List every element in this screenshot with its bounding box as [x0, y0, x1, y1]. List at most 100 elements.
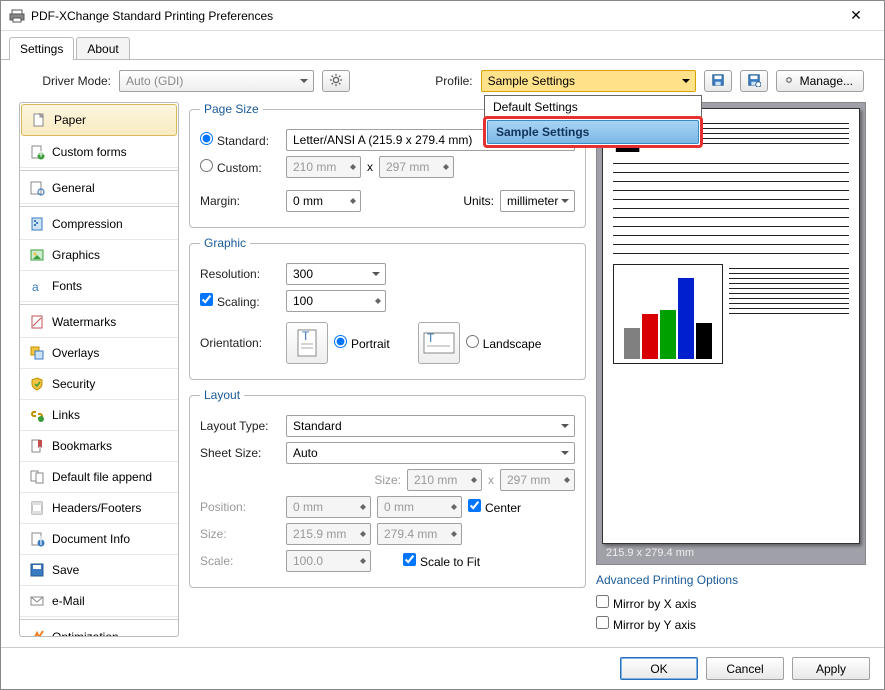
scale-to-fit-checkbox[interactable]: Scale to Fit: [403, 553, 480, 569]
sidebar-item-graphics[interactable]: Graphics: [20, 240, 178, 271]
page-preview: E: [596, 102, 866, 565]
layout-group: Layout Layout Type: Standard Sheet Size:…: [189, 388, 586, 588]
advanced-options: Advanced Printing Options Mirror by X ax…: [596, 573, 866, 637]
compression-icon: [28, 215, 46, 233]
watermarks-icon: [28, 313, 46, 331]
svg-text:a: a: [32, 280, 39, 294]
profile-save-as-button[interactable]: [740, 70, 768, 92]
pos-x-spin: 0 mm: [286, 496, 371, 518]
advanced-title: Advanced Printing Options: [596, 573, 866, 587]
sidebar-item-paper[interactable]: Paper: [21, 104, 177, 136]
graphics-icon: [28, 246, 46, 264]
paper-icon: [30, 111, 48, 129]
scaling-spin[interactable]: 100: [286, 290, 386, 312]
custom-width-spin[interactable]: 210 mm: [286, 156, 361, 178]
margin-spin[interactable]: 0 mm: [286, 190, 361, 212]
resolution-label: Resolution:: [200, 267, 280, 281]
bookmarks-icon: [28, 437, 46, 455]
printer-icon: [9, 8, 25, 24]
sheet-size-label: Sheet Size:: [200, 446, 280, 460]
general-icon: [28, 179, 46, 197]
cancel-button[interactable]: Cancel: [706, 657, 784, 680]
apply-button[interactable]: Apply: [792, 657, 870, 680]
overlays-icon: [28, 344, 46, 362]
sidebar-item-headers-footers[interactable]: Headers/Footers: [20, 493, 178, 524]
profile-option-sample[interactable]: Sample Settings: [487, 120, 699, 144]
driver-mode-combo[interactable]: Auto (GDI): [119, 70, 314, 92]
resolution-combo[interactable]: 300: [286, 263, 386, 285]
tab-about[interactable]: About: [76, 37, 129, 60]
svg-text:T: T: [427, 331, 435, 345]
append-icon: [28, 468, 46, 486]
sidebar-item-watermarks[interactable]: Watermarks: [20, 304, 178, 338]
profile-combo[interactable]: Sample Settings: [481, 70, 696, 92]
sheet-size-combo[interactable]: Auto: [286, 442, 575, 464]
graphic-legend: Graphic: [200, 236, 250, 250]
scale-spin: 100.0: [286, 550, 371, 572]
size-h-spin: 279.4 mm: [377, 523, 462, 545]
sidebar-item-email[interactable]: e-Mail: [20, 586, 178, 617]
sidebar-item-fonts[interactable]: aFonts: [20, 271, 178, 302]
sidebar-item-general[interactable]: General: [20, 170, 178, 204]
info-icon: i: [28, 530, 46, 548]
sidebar-item-bookmarks[interactable]: Bookmarks: [20, 431, 178, 462]
driver-mode-settings-button[interactable]: [322, 70, 350, 92]
scaling-checkbox[interactable]: Scaling:: [200, 295, 260, 309]
disk-icon: [711, 73, 725, 90]
sheet-h-spin: 297 mm: [500, 469, 575, 491]
portrait-radio[interactable]: Portrait: [334, 335, 390, 351]
size2-label: Size:: [200, 527, 280, 541]
standard-radio[interactable]: Standard:: [200, 134, 269, 148]
landscape-icon: T: [418, 322, 460, 364]
headers-footers-icon: [28, 499, 46, 517]
sidebar-item-default-file-append[interactable]: Default file append: [20, 462, 178, 493]
driver-mode-label: Driver Mode:: [21, 74, 111, 88]
layout-type-combo[interactable]: Standard: [286, 415, 575, 437]
profile-save-button[interactable]: [704, 70, 732, 92]
units-combo[interactable]: millimeter: [500, 190, 575, 212]
custom-radio[interactable]: Custom:: [200, 161, 262, 175]
layout-type-label: Layout Type:: [200, 419, 280, 433]
sheet-w-spin: 210 mm: [407, 469, 482, 491]
center-checkbox[interactable]: Center: [468, 499, 521, 515]
profile-label: Profile:: [435, 74, 472, 88]
sidebar-item-compression[interactable]: Compression: [20, 206, 178, 240]
email-icon: [28, 592, 46, 610]
tab-settings[interactable]: Settings: [9, 37, 74, 60]
gear-icon: [329, 73, 343, 90]
close-button[interactable]: ✕: [836, 7, 876, 24]
svg-text:i: i: [40, 534, 43, 547]
sidebar-item-custom-forms[interactable]: +Custom forms: [20, 137, 178, 168]
category-sidebar: Paper +Custom forms General Compression …: [19, 102, 179, 637]
sidebar-item-optimization[interactable]: Optimization: [20, 619, 178, 637]
margin-label: Margin:: [200, 194, 280, 208]
save-icon: [28, 561, 46, 579]
sheet-size-sub-label: Size:: [286, 473, 401, 487]
preview-chart: [613, 264, 723, 364]
units-label: Units:: [463, 194, 494, 208]
ok-button[interactable]: OK: [620, 657, 698, 680]
page-size-legend: Page Size: [200, 102, 263, 116]
position-label: Position:: [200, 500, 280, 514]
links-icon: [28, 406, 46, 424]
sidebar-item-overlays[interactable]: Overlays: [20, 338, 178, 369]
sidebar-item-links[interactable]: Links: [20, 400, 178, 431]
custom-height-spin[interactable]: 297 mm: [379, 156, 454, 178]
portrait-icon: T: [286, 322, 328, 364]
security-icon: [28, 375, 46, 393]
manage-button[interactable]: Manage...: [776, 70, 864, 92]
svg-text:+: +: [37, 147, 44, 160]
mirror-y-checkbox[interactable]: Mirror by Y axis: [596, 616, 696, 632]
profile-dropdown[interactable]: Default Settings Sample Settings: [484, 95, 702, 147]
sidebar-item-security[interactable]: Security: [20, 369, 178, 400]
gear-icon: [783, 74, 795, 89]
mirror-x-checkbox[interactable]: Mirror by X axis: [596, 595, 696, 611]
sidebar-item-save[interactable]: Save: [20, 555, 178, 586]
pos-y-spin: 0 mm: [377, 496, 462, 518]
landscape-radio[interactable]: Landscape: [466, 335, 542, 351]
profile-option-default[interactable]: Default Settings: [485, 96, 701, 118]
orientation-label: Orientation:: [200, 336, 280, 350]
custom-forms-icon: +: [28, 143, 46, 161]
scale-label: Scale:: [200, 554, 280, 568]
sidebar-item-document-info[interactable]: iDocument Info: [20, 524, 178, 555]
